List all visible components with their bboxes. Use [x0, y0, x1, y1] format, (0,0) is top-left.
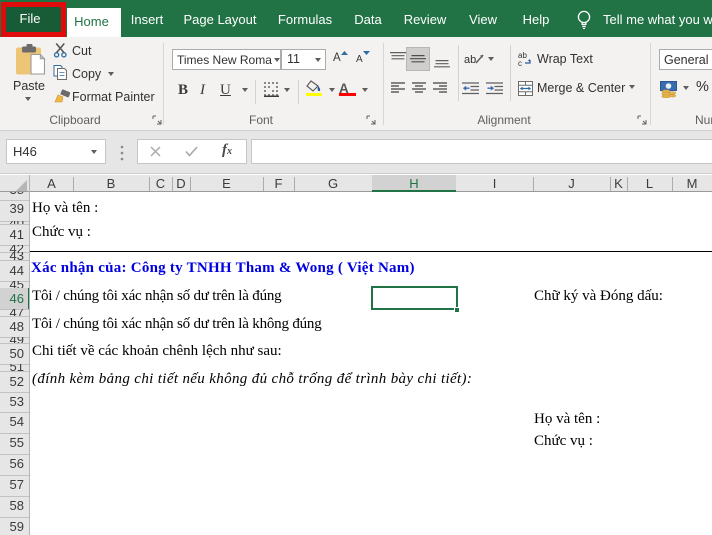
svg-text:c: c [518, 59, 522, 66]
svg-text:ab: ab [464, 54, 476, 66]
